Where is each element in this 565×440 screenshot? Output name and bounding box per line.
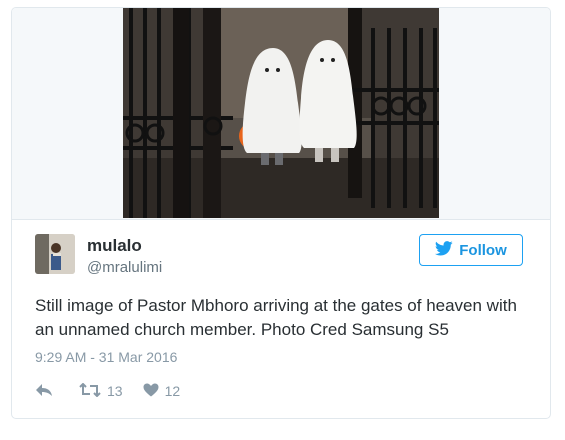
follow-label: Follow <box>459 241 507 259</box>
tweet-photo[interactable] <box>123 8 439 218</box>
reply-icon <box>35 383 53 400</box>
heart-icon <box>143 383 159 400</box>
display-name[interactable]: mulalo <box>87 236 142 256</box>
retweet-count: 13 <box>107 383 123 399</box>
user-handle[interactable]: @mralulimi <box>87 259 162 276</box>
tweet-timestamp[interactable]: 9:29 AM - 31 Mar 2016 <box>35 349 177 365</box>
media-container <box>12 8 550 220</box>
avatar[interactable] <box>35 234 75 274</box>
like-count: 12 <box>164 383 181 399</box>
tweet-actions: 13 12 <box>35 380 180 402</box>
twitter-bird-icon <box>435 240 453 260</box>
tweet-card: mulalo @mralulimi Follow Still image of … <box>11 7 551 419</box>
like-button[interactable]: 12 <box>143 383 181 400</box>
follow-button[interactable]: Follow <box>419 234 523 266</box>
retweet-icon <box>79 382 101 400</box>
tweet-text: Still image of Pastor Mbhoro arriving at… <box>35 296 517 339</box>
reply-button[interactable] <box>35 383 53 400</box>
retweet-button[interactable]: 13 <box>79 382 123 400</box>
